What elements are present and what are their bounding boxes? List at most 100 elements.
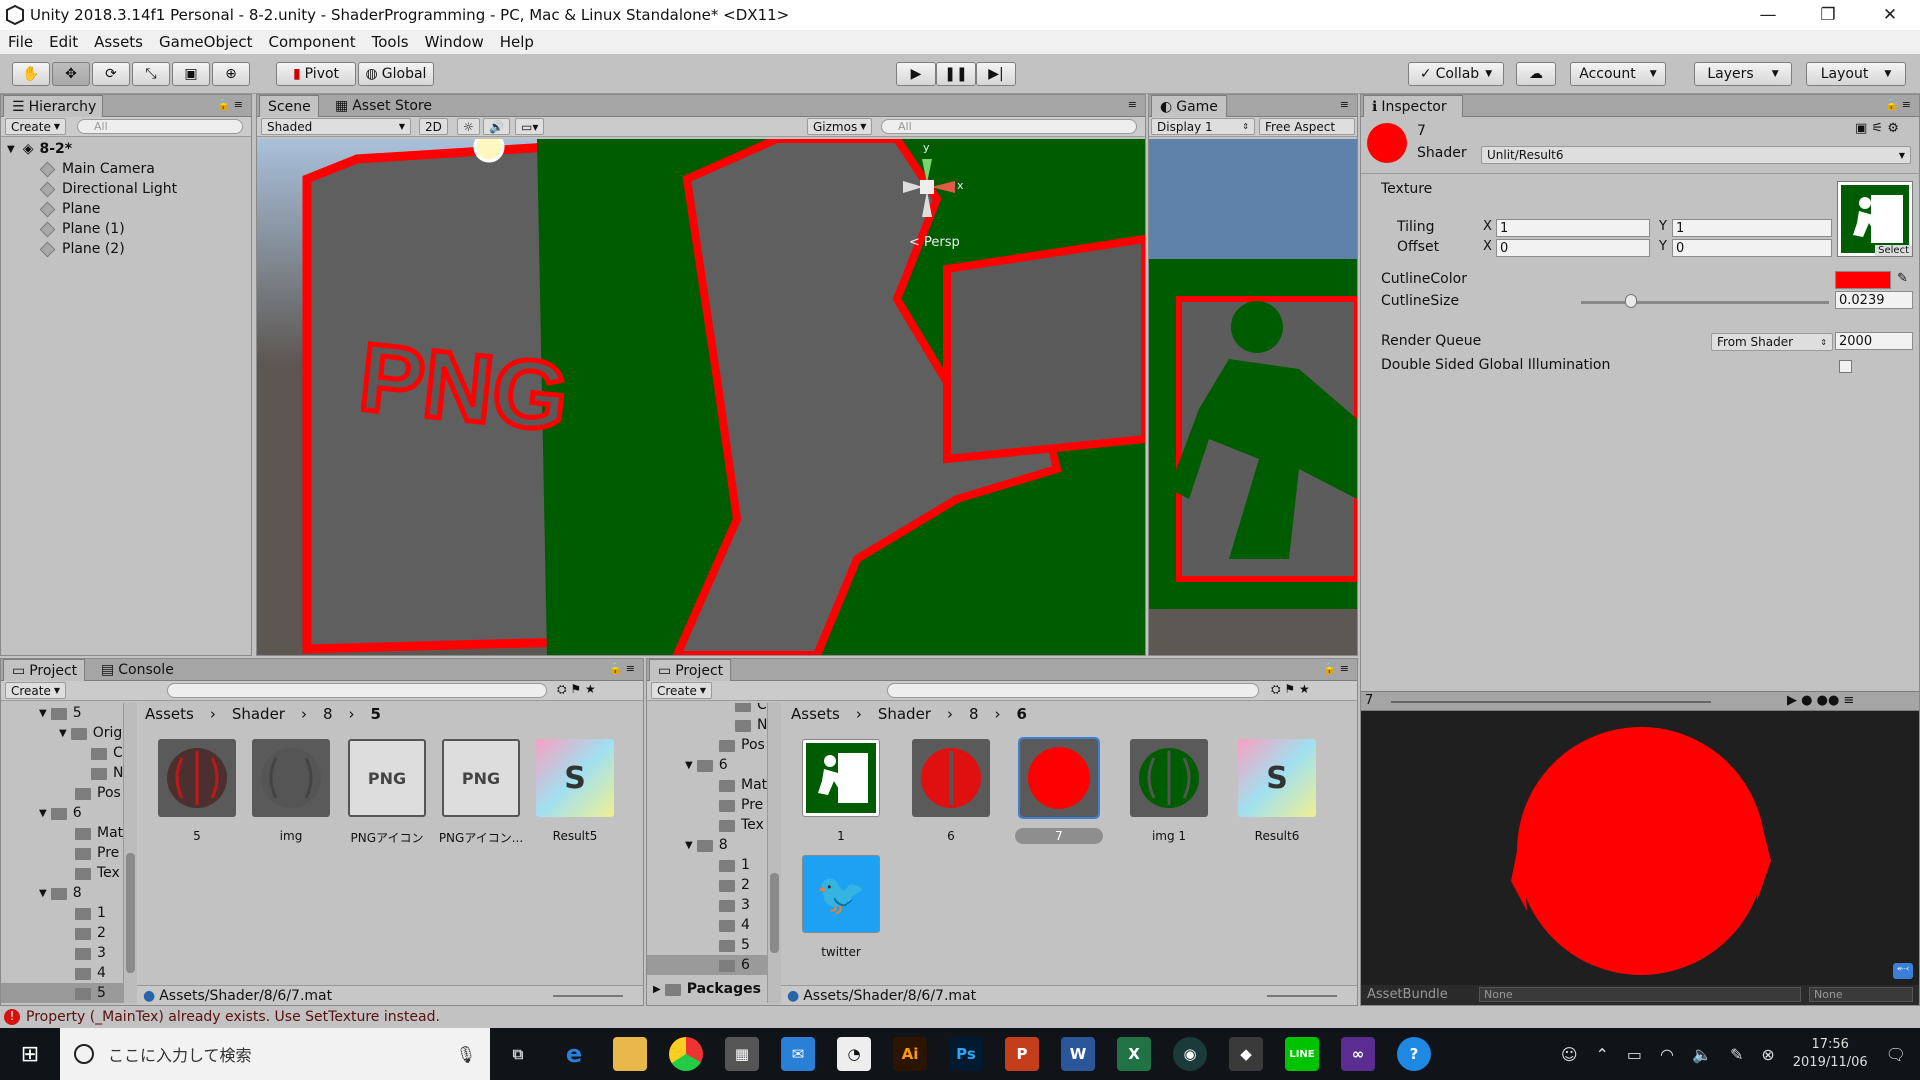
hierarchy-item[interactable]: Main Camera	[39, 159, 155, 179]
chevron-up-icon[interactable]: ⌃	[1596, 1045, 1609, 1064]
tree-item[interactable]: C	[91, 743, 123, 763]
hierarchy-item[interactable]: Directional Light	[39, 179, 177, 199]
tree-item[interactable]: ▼ 5	[39, 703, 82, 723]
panel-menu-icon[interactable]: 🔒 ≡	[1323, 662, 1349, 675]
scale-tool-icon[interactable]: ⤡	[132, 62, 170, 86]
tab-inspector[interactable]: ℹ Inspector	[1363, 95, 1463, 117]
windows-start-icon[interactable]: ⊞	[0, 1042, 60, 1067]
tree-item[interactable]: ▼ 8	[685, 835, 728, 855]
tree-item-selected[interactable]: 5	[1, 983, 123, 1003]
volume-icon[interactable]: 🔈	[1692, 1045, 1712, 1064]
persp-label[interactable]: < Persp	[909, 235, 960, 250]
notification-icon[interactable]: 🗨	[1886, 1045, 1906, 1064]
panel-menu-icon[interactable]: ≡	[1340, 98, 1349, 111]
layout-dropdown[interactable]: Layout ▼	[1806, 62, 1906, 86]
lighting-toggle-icon[interactable]: ☼	[457, 118, 480, 135]
tab-game[interactable]: ◐ Game	[1151, 95, 1227, 117]
tree-item[interactable]: 1	[719, 855, 750, 875]
outline-size-slider[interactable]	[1581, 301, 1829, 304]
step-button[interactable]: ▶|	[976, 62, 1016, 86]
select-button[interactable]: Select	[1875, 245, 1912, 256]
outlook-icon[interactable]: ✉	[781, 1037, 815, 1071]
panel-menu-icon[interactable]: 🔒 ≡	[609, 662, 635, 675]
tiling-y-field[interactable]: 1	[1672, 219, 1832, 237]
tree-item[interactable]: 2	[719, 875, 750, 895]
scene-viewport[interactable]: PNG y x < Persp	[257, 139, 1145, 655]
breadcrumb-item[interactable]: Assets	[145, 705, 194, 723]
line-icon[interactable]: LINE	[1285, 1037, 1319, 1071]
tree-item[interactable]: 1	[75, 903, 106, 923]
create-dropdown[interactable]: Create ▼	[5, 682, 67, 699]
menu-tools[interactable]: Tools	[372, 33, 409, 51]
close-circle-icon[interactable]: ⊗	[1761, 1045, 1774, 1064]
zoom-slider[interactable]	[553, 995, 623, 997]
edge-icon[interactable]: e	[557, 1037, 591, 1071]
menu-component[interactable]: Component	[269, 33, 356, 51]
panel-menu-icon[interactable]: 🔒 ≡	[217, 98, 243, 111]
2d-toggle[interactable]: 2D	[419, 118, 448, 135]
game-viewport[interactable]	[1149, 139, 1357, 655]
tab-hierarchy[interactable]: ☰ Hierarchy	[3, 95, 103, 117]
minimize-icon[interactable]: —	[1740, 0, 1796, 30]
rect-tool-icon[interactable]: ▣	[172, 62, 210, 86]
effects-toggle-icon[interactable]: ▭▾	[515, 118, 545, 135]
panel-menu-icon[interactable]: 🔒 ≡	[1885, 98, 1911, 111]
close-icon[interactable]: ✕	[1862, 0, 1918, 30]
panel-menu-icon[interactable]: ≡	[1128, 98, 1137, 111]
account-dropdown[interactable]: Account ▼	[1570, 62, 1666, 86]
aspect-dropdown[interactable]: Free Aspect	[1259, 118, 1355, 135]
breadcrumb-item[interactable]: Shader	[232, 705, 285, 723]
offset-x-field[interactable]: 0	[1496, 239, 1650, 257]
offset-y-field[interactable]: 0	[1672, 239, 1832, 257]
hierarchy-item[interactable]: Plane (2)	[39, 239, 125, 259]
transform-tool-icon[interactable]: ⊕	[212, 62, 250, 86]
create-dropdown[interactable]: Create ▼	[651, 682, 713, 699]
create-dropdown[interactable]: Create ▼	[5, 118, 67, 135]
hierarchy-item[interactable]: Plane	[39, 199, 100, 219]
tree-item-packages[interactable]: ▶ Packages	[653, 979, 761, 999]
excel-icon[interactable]: X	[1117, 1037, 1151, 1071]
tree-item[interactable]: N	[735, 715, 767, 735]
breadcrumb-item[interactable]: 8	[969, 705, 979, 723]
hierarchy-search-input[interactable]: All	[77, 119, 243, 134]
tree-scrollbar[interactable]	[767, 703, 781, 1003]
shading-mode-dropdown[interactable]: Shaded ▼	[261, 118, 411, 135]
tag-icon[interactable]: ⬷	[1893, 963, 1913, 979]
word-icon[interactable]: W	[1061, 1037, 1095, 1071]
tree-item[interactable]: Mat	[75, 823, 123, 843]
tab-console[interactable]: ▤ Console	[93, 659, 193, 681]
gizmos-dropdown[interactable]: Gizmos ▼	[807, 118, 873, 135]
move-tool-icon[interactable]: ✥	[52, 62, 90, 86]
unity-icon[interactable]: ◆	[1229, 1037, 1263, 1071]
asset-item[interactable]: 6	[903, 739, 999, 843]
menu-help[interactable]: Help	[500, 33, 534, 51]
tree-item[interactable]: 3	[719, 895, 750, 915]
tree-scrollbar[interactable]	[123, 703, 137, 1003]
tree-item[interactable]: Pre	[719, 795, 763, 815]
tree-item[interactable]: Tex	[75, 863, 120, 883]
microphone-icon[interactable]: 🎙	[456, 1045, 476, 1064]
hand-tool-icon[interactable]: ✋	[12, 62, 50, 86]
inspector-settings-icon[interactable]: ▣ ⚟ ⚙	[1855, 121, 1899, 136]
taskbar-search[interactable]: ここに入力して検索 🎙	[60, 1028, 490, 1080]
asset-item[interactable]: S Result6	[1229, 739, 1325, 843]
visual-studio-icon[interactable]: ∞	[1341, 1037, 1375, 1071]
battery-icon[interactable]: ▭	[1627, 1045, 1642, 1064]
breadcrumb-item[interactable]: 6	[1017, 705, 1027, 723]
help-icon[interactable]: ?	[1397, 1037, 1431, 1071]
restore-icon[interactable]: ❐	[1800, 0, 1856, 30]
pause-button[interactable]: ❚❚	[936, 62, 976, 86]
photoshop-icon[interactable]: Ps	[949, 1037, 983, 1071]
project-search-input[interactable]	[167, 683, 547, 698]
asset-item[interactable]: 🐦 twitter	[793, 855, 889, 959]
cloud-icon[interactable]: ☁	[1516, 62, 1556, 86]
tree-item[interactable]: ▼ 8	[39, 883, 82, 903]
wifi-icon[interactable]: ◠	[1660, 1045, 1674, 1064]
texture-slot[interactable]: Select	[1837, 181, 1913, 257]
tree-item[interactable]: 4	[719, 915, 750, 935]
asset-item-selected[interactable]: 7	[1011, 737, 1107, 844]
tree-item[interactable]: 4	[75, 963, 106, 983]
clock[interactable]: 17:56 2019/11/06	[1793, 1036, 1868, 1072]
audio-toggle-icon[interactable]: 🔊	[483, 118, 510, 135]
tree-item[interactable]: Pre	[75, 843, 119, 863]
